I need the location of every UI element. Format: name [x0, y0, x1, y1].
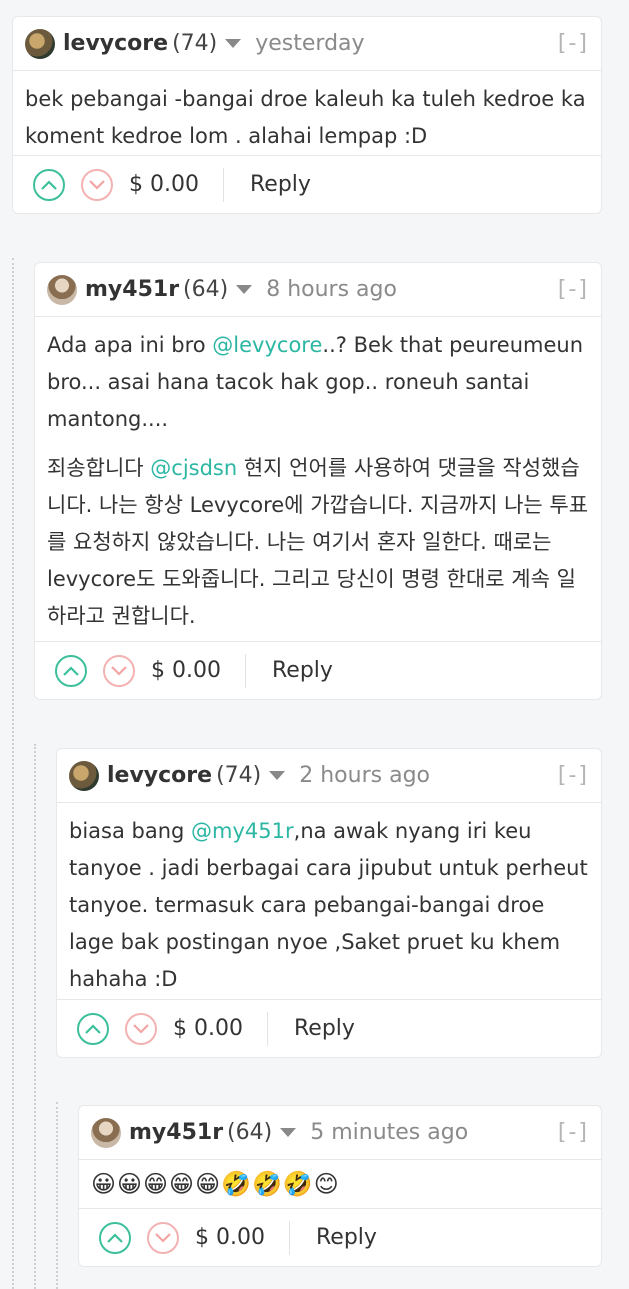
- upvote-icon[interactable]: [33, 168, 65, 201]
- avatar[interactable]: [69, 760, 99, 791]
- comment-body: Ada apa ini bro @levycore..? Bek that pe…: [35, 317, 601, 645]
- comment-text: biasa bang @my451r,na awak nyang iri keu…: [69, 813, 589, 998]
- collapse-button[interactable]: [-]: [558, 1120, 589, 1145]
- comment-card: my451r (64) 8 hours ago [-] Ada apa ini …: [34, 262, 602, 700]
- comment-footer: $ 0.00 Reply: [35, 641, 601, 699]
- comment-text: 죄송합니다 @cjsdsn 현지 언어를 사용하여 댓글을 작성했습니다. 나는…: [47, 450, 589, 635]
- chevron-down-icon[interactable]: [280, 1128, 297, 1137]
- username[interactable]: my451r: [129, 1120, 223, 1145]
- avatar[interactable]: [25, 28, 55, 59]
- downvote-icon[interactable]: [103, 654, 135, 687]
- comment-header: my451r (64) 5 minutes ago [-]: [79, 1106, 601, 1160]
- text: ,na awak nyang iri keu tanyoe . jadi ber…: [69, 819, 588, 991]
- payout-value[interactable]: $ 0.00: [129, 172, 199, 197]
- comment-card: my451r (64) 5 minutes ago [-] 😀😀😁😁😁🤣🤣🤣😊 …: [78, 1105, 602, 1267]
- collapse-button[interactable]: [-]: [558, 277, 589, 302]
- reply-button[interactable]: Reply: [272, 658, 333, 683]
- comment-body: biasa bang @my451r,na awak nyang iri keu…: [57, 803, 601, 1008]
- reputation: (74): [172, 31, 218, 56]
- comment-text: bek pebangai -bangai droe kaleuh ka tule…: [25, 87, 586, 148]
- avatar[interactable]: [47, 274, 77, 305]
- comment-body: bek pebangai -bangai droe kaleuh ka tule…: [13, 71, 601, 165]
- username[interactable]: my451r: [85, 277, 179, 302]
- text: biasa bang: [69, 819, 192, 843]
- avatar[interactable]: [91, 1117, 121, 1148]
- comment-header: my451r (64) 8 hours ago [-]: [35, 263, 601, 317]
- reputation: (64): [183, 277, 229, 302]
- comment-text: Ada apa ini bro @levycore..? Bek that pe…: [47, 327, 589, 438]
- reply-button[interactable]: Reply: [316, 1225, 377, 1250]
- comment-footer: $ 0.00 Reply: [79, 1208, 601, 1266]
- text: Ada apa ini bro: [47, 333, 213, 357]
- chevron-down-icon[interactable]: [225, 39, 242, 48]
- text: 현지 언어를 사용하여 댓글을 작성했습니다. 나는 항상 Levycore에 …: [47, 456, 589, 628]
- mention-link[interactable]: @cjsdsn: [150, 456, 237, 480]
- comment-header: levycore (74) yesterday [-]: [13, 17, 601, 71]
- chevron-down-icon[interactable]: [236, 285, 253, 294]
- chevron-down-icon[interactable]: [269, 771, 286, 780]
- thread-line: [34, 744, 36, 1289]
- upvote-icon[interactable]: [77, 1012, 109, 1045]
- mention-link[interactable]: @my451r: [191, 819, 294, 843]
- thread-line: [12, 258, 14, 1289]
- comment-text: 😀😀😁😁😁🤣🤣🤣😊: [91, 1170, 340, 1198]
- username[interactable]: levycore: [107, 763, 212, 788]
- divider: [244, 653, 246, 688]
- collapse-button[interactable]: [-]: [558, 31, 589, 56]
- timestamp[interactable]: yesterday: [255, 31, 364, 56]
- username[interactable]: levycore: [63, 31, 168, 56]
- reply-button[interactable]: Reply: [294, 1016, 355, 1041]
- reply-button[interactable]: Reply: [250, 172, 311, 197]
- downvote-icon[interactable]: [147, 1221, 179, 1254]
- mention-link[interactable]: @levycore: [212, 333, 322, 357]
- comment-header: levycore (74) 2 hours ago [-]: [57, 749, 601, 803]
- timestamp[interactable]: 8 hours ago: [266, 277, 397, 302]
- thread-line: [56, 1102, 58, 1289]
- divider: [222, 167, 224, 202]
- downvote-icon[interactable]: [81, 168, 113, 201]
- comment-card: levycore (74) yesterday [-] bek pebangai…: [12, 16, 602, 214]
- comment-card: levycore (74) 2 hours ago [-] biasa bang…: [56, 748, 602, 1058]
- divider: [288, 1220, 290, 1255]
- text: 죄송합니다: [47, 456, 151, 480]
- timestamp[interactable]: 2 hours ago: [299, 763, 430, 788]
- collapse-button[interactable]: [-]: [558, 763, 589, 788]
- downvote-icon[interactable]: [125, 1012, 157, 1045]
- reputation: (64): [227, 1120, 273, 1145]
- upvote-icon[interactable]: [55, 654, 87, 687]
- payout-value[interactable]: $ 0.00: [195, 1225, 265, 1250]
- payout-value[interactable]: $ 0.00: [173, 1016, 243, 1041]
- comment-footer: $ 0.00 Reply: [57, 999, 601, 1057]
- upvote-icon[interactable]: [99, 1221, 131, 1254]
- divider: [266, 1011, 268, 1046]
- payout-value[interactable]: $ 0.00: [151, 658, 221, 683]
- comment-body: 😀😀😁😁😁🤣🤣🤣😊: [79, 1160, 601, 1213]
- reputation: (74): [216, 763, 262, 788]
- comment-footer: $ 0.00 Reply: [13, 155, 601, 213]
- timestamp[interactable]: 5 minutes ago: [310, 1120, 468, 1145]
